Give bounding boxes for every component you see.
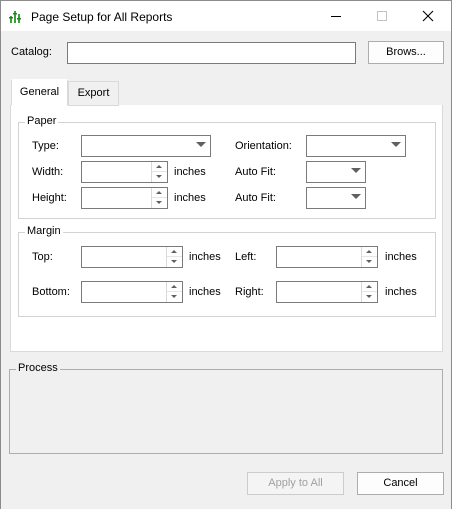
top-unit: inches xyxy=(189,251,221,263)
chevron-down-icon xyxy=(391,142,401,147)
right-unit: inches xyxy=(385,286,417,298)
window-title: Page Setup for All Reports xyxy=(31,10,173,24)
apply-to-all-button[interactable]: Apply to All xyxy=(247,472,344,495)
autofit-width-select[interactable] xyxy=(306,161,366,183)
maximize-icon xyxy=(377,11,387,21)
width-label: Width: xyxy=(32,166,64,178)
right-spin-buttons xyxy=(361,282,377,302)
tab-general-label: General xyxy=(19,86,60,98)
type-select[interactable] xyxy=(81,135,211,157)
title-bar[interactable]: Page Setup for All Reports xyxy=(1,1,451,31)
minimize-button[interactable] xyxy=(313,1,359,31)
spin-up-icon[interactable] xyxy=(152,162,167,172)
chevron-down-icon xyxy=(196,142,206,147)
spin-up-icon[interactable] xyxy=(167,247,182,257)
browse-button[interactable]: Brows... xyxy=(368,41,444,64)
spin-up-icon[interactable] xyxy=(152,188,167,198)
orientation-label: Orientation: xyxy=(235,140,292,152)
height-stepper[interactable] xyxy=(81,187,168,209)
width-stepper[interactable] xyxy=(81,161,168,183)
top-label: Top: xyxy=(32,251,53,263)
margin-group-title: Margin xyxy=(25,225,63,237)
height-label: Height: xyxy=(32,192,67,204)
minimize-icon xyxy=(331,16,341,17)
width-spin-buttons xyxy=(151,162,167,182)
close-icon xyxy=(422,10,434,22)
tab-general[interactable]: General xyxy=(11,79,68,106)
process-group-title: Process xyxy=(16,362,60,374)
right-margin-stepper[interactable] xyxy=(276,281,378,303)
page-setup-dialog: Page Setup for All Reports Catalog: Brow… xyxy=(0,0,452,509)
paper-group-title: Paper xyxy=(25,115,59,127)
spin-down-icon[interactable] xyxy=(152,172,167,182)
height-unit: inches xyxy=(174,192,206,204)
spin-down-icon[interactable] xyxy=(362,292,377,302)
tab-export[interactable]: Export xyxy=(68,81,119,106)
orientation-select[interactable] xyxy=(306,135,406,157)
bottom-margin-stepper[interactable] xyxy=(81,281,183,303)
process-group: Process xyxy=(9,362,443,454)
spin-down-icon[interactable] xyxy=(167,257,182,267)
width-unit: inches xyxy=(174,166,206,178)
left-label: Left: xyxy=(235,251,257,263)
app-icon xyxy=(9,8,23,24)
right-label: Right: xyxy=(235,286,264,298)
height-spin-buttons xyxy=(151,188,167,208)
catalog-label: Catalog: xyxy=(11,46,52,58)
bottom-unit: inches xyxy=(189,286,221,298)
chevron-down-icon xyxy=(351,168,361,173)
maximize-button[interactable] xyxy=(359,1,405,31)
bottom-spin-buttons xyxy=(166,282,182,302)
cancel-button[interactable]: Cancel xyxy=(357,472,444,495)
top-spin-buttons xyxy=(166,247,182,267)
autofit-width-label: Auto Fit: xyxy=(235,166,276,178)
spin-up-icon[interactable] xyxy=(362,247,377,257)
chevron-down-icon xyxy=(351,194,361,199)
spin-down-icon[interactable] xyxy=(167,292,182,302)
spin-up-icon[interactable] xyxy=(167,282,182,292)
bottom-label: Bottom: xyxy=(32,286,70,298)
spin-down-icon[interactable] xyxy=(152,198,167,208)
left-unit: inches xyxy=(385,251,417,263)
autofit-height-label: Auto Fit: xyxy=(235,192,276,204)
type-label: Type: xyxy=(32,140,59,152)
margin-group: Margin xyxy=(18,225,436,317)
left-margin-stepper[interactable] xyxy=(276,246,378,268)
left-spin-buttons xyxy=(361,247,377,267)
top-margin-stepper[interactable] xyxy=(81,246,183,268)
catalog-input[interactable] xyxy=(67,42,356,64)
tab-export-label: Export xyxy=(77,87,110,99)
close-button[interactable] xyxy=(405,1,451,31)
autofit-height-select[interactable] xyxy=(306,187,366,209)
spin-down-icon[interactable] xyxy=(362,257,377,267)
spin-up-icon[interactable] xyxy=(362,282,377,292)
